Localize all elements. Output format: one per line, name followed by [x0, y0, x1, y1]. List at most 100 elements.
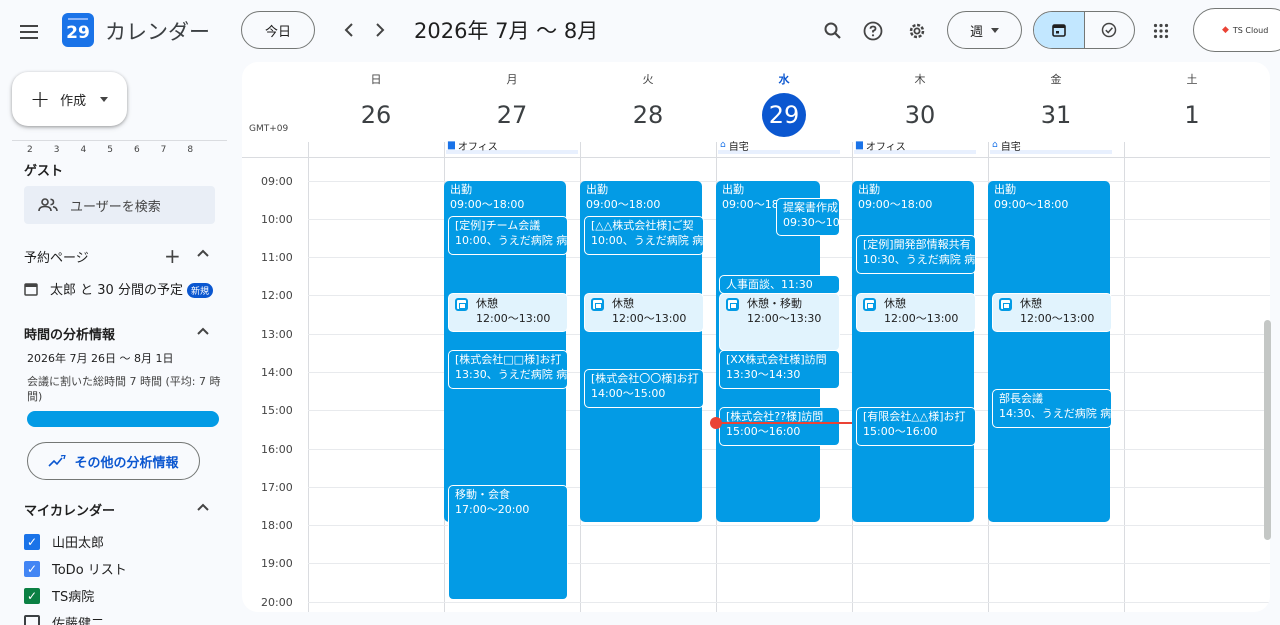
- checkbox-checked-icon[interactable]: ✓: [24, 560, 40, 577]
- checkbox-checked-icon[interactable]: ✓: [24, 533, 40, 550]
- my-calendars-collapse-button[interactable]: [197, 500, 209, 514]
- settings-button[interactable]: [902, 16, 932, 46]
- mini-day[interactable]: 8: [187, 145, 193, 155]
- day-number[interactable]: 31: [1034, 93, 1078, 137]
- settings-icon: [909, 23, 925, 39]
- trending-icon: [48, 455, 67, 467]
- guest-heading: ゲスト: [24, 164, 64, 179]
- event-thu-visit[interactable]: [有限会社△△様]お打 15:00〜16:00: [856, 407, 976, 446]
- event-title: 出勤: [450, 183, 472, 196]
- mini-day[interactable]: 3: [54, 145, 60, 155]
- checkbox-unchecked-icon[interactable]: [24, 614, 40, 625]
- calendar-view-icon: [1051, 24, 1066, 37]
- day-number[interactable]: 27: [490, 93, 534, 137]
- create-button[interactable]: + 作成: [12, 72, 127, 126]
- event-time: 13:30〜14:30: [726, 368, 801, 381]
- account-button[interactable]: ◆ TS Cloud: [1193, 8, 1280, 52]
- calendar-view-button[interactable]: [1034, 12, 1084, 48]
- day-number[interactable]: 26: [354, 93, 398, 137]
- event-time: 10:00、うえだ病院 病: [455, 234, 568, 247]
- event-thu-share[interactable]: [定例]開発部情報共有 10:30、うえだ病院 病: [856, 235, 976, 274]
- working-location-mon[interactable]: ▆ オフィス: [446, 140, 578, 154]
- dropdown-arrow-icon: [991, 27, 999, 33]
- event-wed-doc[interactable]: 提案書作成 09:30〜10: [776, 198, 840, 236]
- more-analytics-button[interactable]: その他の分析情報: [27, 442, 200, 480]
- mini-day[interactable]: 5: [107, 145, 113, 155]
- event-time: 15:00〜16:00: [863, 425, 938, 438]
- event-mon-dinner[interactable]: 移動・会食 17:00〜20:00: [448, 485, 568, 600]
- booking-collapse-button[interactable]: [197, 246, 209, 260]
- time-label: 11:00: [261, 251, 293, 264]
- tasks-view-button[interactable]: [1085, 12, 1135, 48]
- time-label: 20:00: [261, 596, 293, 609]
- current-time-dot: [710, 417, 722, 429]
- location-label: オフィス: [865, 141, 906, 153]
- apps-button[interactable]: [1146, 16, 1176, 46]
- add-booking-page-button[interactable]: +: [164, 244, 181, 268]
- working-location-fri[interactable]: ⌂ 自宅: [990, 140, 1112, 154]
- day-number[interactable]: 28: [626, 93, 670, 137]
- create-label: 作成: [60, 93, 87, 109]
- mini-day[interactable]: 2: [27, 145, 33, 155]
- event-fri-meeting[interactable]: 部長会議 14:30、うえだ病院 病: [992, 389, 1112, 428]
- event-tue-visit[interactable]: [△△株式会社様]ご契 10:00、うえだ病院 病: [584, 216, 704, 255]
- logo-day: 29: [66, 23, 90, 43]
- event-wed-visit2[interactable]: [株式会社??様]訪問 15:00〜16:00: [719, 407, 840, 446]
- event-tue-visit2[interactable]: [株式会社〇〇様]お打 14:00〜15:00: [584, 369, 704, 408]
- week-view: 日 26 月 27 火 28 水 29 木 30 金 31 土 1 GMT+09…: [242, 62, 1270, 612]
- next-week-button[interactable]: [367, 17, 393, 43]
- view-selector[interactable]: 週: [947, 11, 1022, 49]
- event-wed-break[interactable]: 休憩・移動 12:00〜13:30: [719, 293, 840, 351]
- time-label: 09:00: [261, 175, 293, 188]
- working-location-wed[interactable]: ⌂ 自宅: [718, 140, 840, 154]
- timezone-label: GMT+09: [249, 124, 289, 134]
- event-fri-work[interactable]: 出勤 09:00〜18:00: [988, 181, 1110, 522]
- event-thu-work[interactable]: 出勤 09:00〜18:00: [852, 181, 974, 522]
- day-number[interactable]: 1: [1170, 93, 1214, 137]
- search-icon: [824, 22, 841, 39]
- more-analytics-label: その他の分析情報: [74, 455, 179, 471]
- office-icon: ▆: [856, 140, 863, 150]
- main-menu-button[interactable]: [14, 16, 46, 48]
- mini-day[interactable]: 7: [161, 145, 167, 155]
- search-users-placeholder: ユーザーを検索: [70, 199, 161, 215]
- search-users-field[interactable]: ユーザーを検索: [24, 186, 215, 224]
- checkbox-checked-icon[interactable]: ✓: [24, 587, 40, 604]
- event-mon-visit[interactable]: [株式会社□□様]お打 13:30、うえだ病院 病: [448, 350, 568, 389]
- scrollbar[interactable]: [1264, 320, 1271, 540]
- calendar-item-sato[interactable]: 佐藤健二: [24, 613, 104, 625]
- calendar-icon: [24, 282, 38, 296]
- event-tue-break[interactable]: 休憩 12:00〜13:00: [584, 293, 704, 332]
- date-range-title: 2026年 7月 〜 8月: [414, 19, 599, 43]
- event-fri-break[interactable]: 休憩 12:00〜13:00: [992, 293, 1112, 332]
- apps-grid-icon: [1153, 23, 1169, 39]
- mini-day[interactable]: 4: [80, 145, 86, 155]
- event-title: 人事面談、11:30: [726, 278, 813, 291]
- chevron-right-icon: [376, 23, 385, 37]
- day-number[interactable]: 30: [898, 93, 942, 137]
- previous-week-button[interactable]: [336, 17, 362, 43]
- mini-day[interactable]: 6: [134, 145, 140, 155]
- day-number[interactable]: 29: [762, 93, 806, 137]
- today-button[interactable]: 今日: [241, 11, 315, 49]
- new-badge: 新規: [186, 283, 213, 298]
- analytics-collapse-button[interactable]: [197, 324, 209, 338]
- account-logo-icon: ◆: [1222, 25, 1229, 35]
- event-mon-break[interactable]: 休憩 12:00〜13:00: [448, 293, 568, 332]
- event-time: 09:00〜18:00: [586, 198, 661, 211]
- help-button[interactable]: [858, 16, 888, 46]
- event-wed-interview[interactable]: 人事面談、11:30: [719, 275, 840, 294]
- calendar-tasks-toggle: [1033, 11, 1135, 49]
- event-thu-break[interactable]: 休憩 12:00〜13:00: [856, 293, 976, 332]
- calendar-item-todo[interactable]: ✓ ToDo リスト: [24, 559, 127, 578]
- event-mon-meeting[interactable]: [定例]チーム会議 10:00、うえだ病院 病: [448, 216, 568, 255]
- event-wed-visit[interactable]: [XX株式会社様]訪問 13:30〜14:30: [719, 350, 840, 389]
- time-label: 19:00: [261, 557, 293, 570]
- booking-page-item[interactable]: 太郎 と 30 分間の予定 新規: [24, 279, 213, 298]
- working-location-thu[interactable]: ▆ オフィス: [854, 140, 976, 154]
- calendar-item-ts-hospital[interactable]: ✓ TS病院: [24, 586, 94, 605]
- calendar-item-yamada[interactable]: ✓ 山田太郎: [24, 532, 104, 551]
- event-title: 出勤: [586, 183, 608, 196]
- tasks-view-icon: [1102, 22, 1117, 38]
- search-button[interactable]: [818, 16, 848, 46]
